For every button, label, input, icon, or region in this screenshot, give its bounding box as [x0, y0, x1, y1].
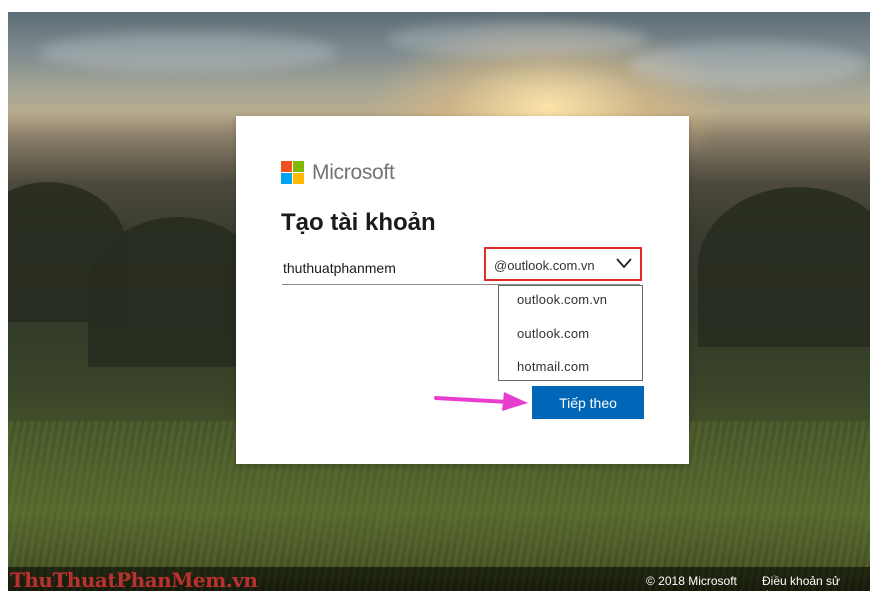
username-input[interactable]: [283, 255, 478, 281]
page-title: Tạo tài khoản: [281, 209, 436, 236]
brand-name: Microsoft: [312, 161, 395, 184]
domain-selected-value: @outlook.com.vn: [494, 258, 595, 273]
domain-option-outlook-com[interactable]: outlook.com: [517, 326, 589, 341]
footer-bar: ThuThuatPhanMem.vn © 2018 Microsoft Điều…: [8, 567, 870, 591]
domain-option-outlook-com-vn[interactable]: outlook.com.vn: [517, 292, 607, 307]
copyright-text: © 2018 Microsoft: [646, 574, 737, 588]
arrow-right-icon: [434, 392, 528, 411]
watermark-text: ThuThuatPhanMem.vn: [10, 568, 258, 591]
domain-option-hotmail-com[interactable]: hotmail.com: [517, 359, 589, 374]
domain-dropdown-list: outlook.com.vn outlook.com hotmail.com: [498, 285, 643, 381]
chevron-down-icon: [616, 258, 632, 269]
terms-of-use-link[interactable]: Điều khoản sử dụng: [762, 574, 870, 591]
domain-select[interactable]: @outlook.com.vn: [484, 247, 642, 281]
microsoft-logo-icon: [281, 161, 305, 185]
next-button[interactable]: Tiếp theo: [532, 386, 644, 419]
